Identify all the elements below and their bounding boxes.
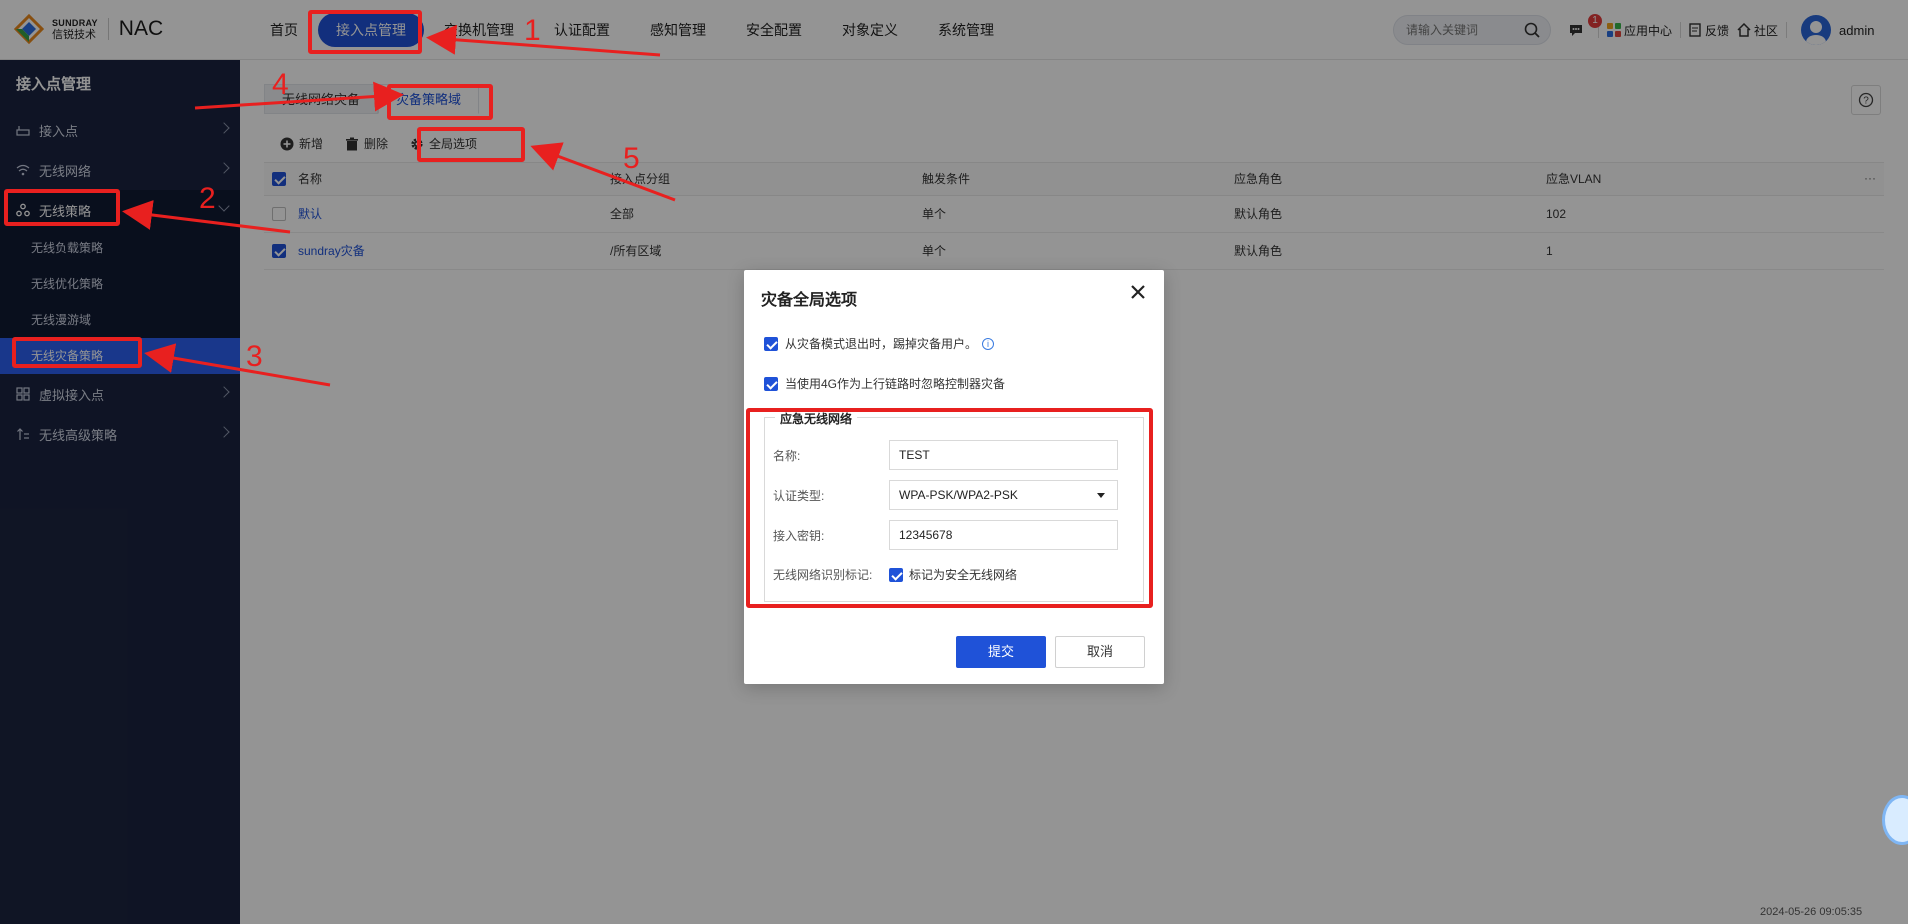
system-time: 2024-05-26 09:05:35	[1760, 906, 1863, 918]
cancel-button[interactable]: 取消	[1055, 636, 1145, 668]
secure-network-checkbox[interactable]	[889, 567, 903, 582]
network-mark-label: 无线网络识别标记:	[773, 568, 873, 582]
name-row: 名称: TEST	[773, 440, 1118, 470]
access-key-field[interactable]: 12345678	[889, 520, 1118, 550]
option-kick-users[interactable]: 从灾备模式退出时，踢掉灾备用户。 i	[764, 335, 995, 352]
kick-users-checkbox[interactable]	[764, 336, 778, 351]
secure-network-label: 标记为安全无线网络	[909, 568, 1018, 582]
kick-users-label: 从灾备模式退出时，踢掉灾备用户。	[785, 337, 978, 351]
emergency-network-section: 应急无线网络 名称: TEST 认证类型: WPA-PSK/WPA2-PSK 接…	[764, 410, 1144, 602]
access-key-row: 接入密钥: 12345678	[773, 520, 1118, 550]
network-mark-row: 无线网络识别标记: 标记为安全无线网络	[773, 566, 1017, 583]
info-icon[interactable]: i	[982, 337, 995, 350]
name-label: 名称:	[773, 448, 801, 463]
ignore-4g-label: 当使用4G作为上行链路时忽略控制器灾备	[785, 377, 1006, 391]
auth-type-select[interactable]: WPA-PSK/WPA2-PSK	[889, 480, 1118, 510]
auth-type-row: 认证类型: WPA-PSK/WPA2-PSK	[773, 480, 1118, 510]
ignore-4g-checkbox[interactable]	[764, 376, 778, 391]
auth-type-value: WPA-PSK/WPA2-PSK	[899, 488, 1018, 502]
auth-type-label: 认证类型:	[773, 488, 825, 503]
global-options-dialog: 灾备全局选项 从灾备模式退出时，踢掉灾备用户。 i 当使用4G作为上行链路时忽略…	[744, 270, 1164, 684]
dropdown-caret-icon	[1097, 493, 1105, 498]
option-ignore-4g[interactable]: 当使用4G作为上行链路时忽略控制器灾备	[764, 375, 1005, 392]
section-title: 应急无线网络	[775, 410, 858, 427]
name-field[interactable]: TEST	[889, 440, 1118, 470]
close-icon[interactable]	[1128, 282, 1148, 302]
submit-button[interactable]: 提交	[956, 636, 1046, 668]
dialog-title: 灾备全局选项	[761, 292, 858, 309]
access-key-label: 接入密钥:	[773, 528, 825, 543]
secure-network-option[interactable]: 标记为安全无线网络	[889, 566, 1017, 583]
